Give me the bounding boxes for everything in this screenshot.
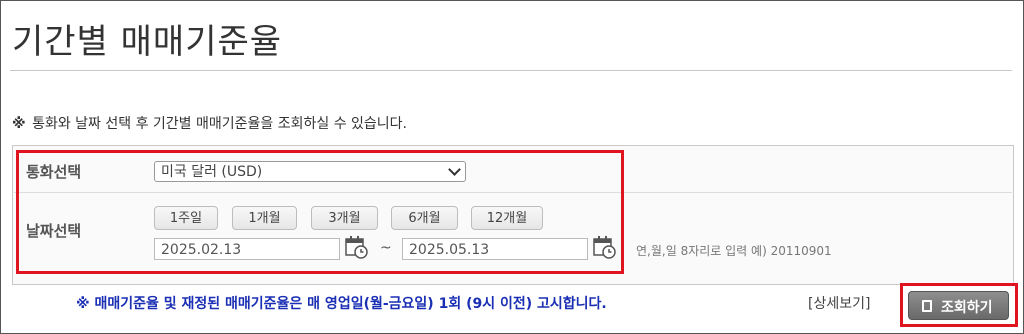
footer-notice: ※ 매매기준율 및 재정된 매매기준율은 매 영업일(월-금요일) 1회 (9시…: [76, 296, 607, 312]
button-highlight-box: [900, 283, 1018, 327]
page-title: 기간별 매매기준율: [12, 22, 283, 62]
date-format-hint: 연,월,일 8자리로 입력 예) 20110901: [636, 244, 832, 258]
notice-mark: ※: [12, 116, 26, 132]
title-divider: [10, 70, 1012, 71]
detail-link[interactable]: [상세보기]: [808, 293, 870, 313]
notice-body: 통화와 날짜 선택 후 기간별 매매기준율을 조회하실 수 있습니다.: [32, 116, 408, 132]
notice-text: ※ 통화와 날짜 선택 후 기간별 매매기준율을 조회하실 수 있습니다.: [12, 113, 407, 133]
selection-highlight-box: [16, 150, 624, 274]
